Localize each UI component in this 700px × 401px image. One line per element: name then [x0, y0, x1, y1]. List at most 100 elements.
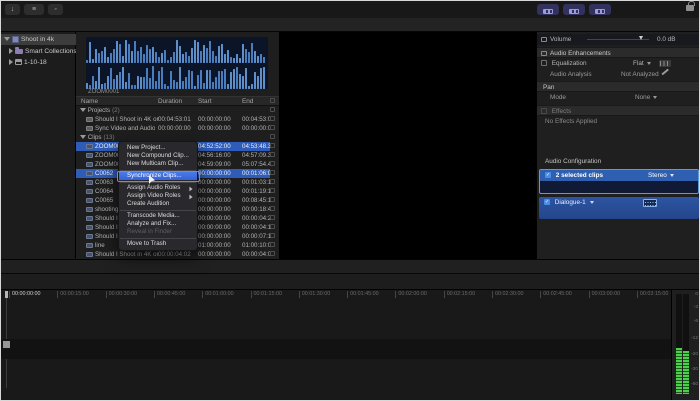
selection-checkbox[interactable]: ✓ — [545, 172, 551, 178]
disclosure-open-icon[interactable] — [80, 108, 86, 112]
menu-separator — [120, 170, 196, 171]
disclosure-open-icon[interactable] — [80, 135, 86, 139]
ruler-tick: 00:03:15:00 — [637, 291, 668, 298]
waveform-lane — [86, 38, 268, 63]
audio-enhancements-header[interactable]: Audio Enhancements — [537, 47, 700, 58]
ruler-tick: 00:00:45:00 — [154, 291, 185, 298]
cell-end: 04:57:09.3 — [242, 151, 271, 160]
clip-stub[interactable] — [3, 341, 10, 348]
toggle-timeline-button[interactable] — [563, 4, 585, 15]
effects-checkbox[interactable] — [541, 108, 547, 114]
sidebar-item-label: Smart Collections — [25, 48, 76, 55]
clip-waveform-preview[interactable] — [86, 37, 268, 89]
cell-start: 00:00:00:00 — [198, 115, 231, 124]
menu-item-new-compound-clip[interactable]: New Compound Clip... — [119, 152, 197, 160]
equalization-checkbox[interactable] — [541, 60, 547, 66]
submenu-arrow-icon — [189, 195, 192, 200]
cell-end: 00:01:19:1 — [242, 187, 271, 196]
audio-inspector-panel: Volume 0.0 dB Audio Enhancements Equaliz… — [536, 32, 700, 259]
project-icon — [86, 126, 93, 131]
chevron-down-icon — [590, 201, 594, 204]
viewer-canvas[interactable] — [279, 32, 536, 259]
sidebar-item-smart-collections[interactable]: Smart Collections — [1, 46, 76, 57]
menu-item-create-audition[interactable]: Create Audition — [119, 200, 197, 208]
ruler-tick: 00:02:30:00 — [492, 291, 523, 298]
cell-start: 04:59:09:00 — [198, 160, 231, 169]
browser-clip-row[interactable]: Should I Shoot in 4K or...00:00:04:02 00:… — [76, 250, 270, 259]
browser-clip-row[interactable]: Sync Video and Audio00:00:00:0000:00:00:… — [76, 124, 270, 133]
row-marker-square — [270, 197, 275, 202]
sidebar-item-library[interactable]: Shoot in 4k — [1, 34, 76, 45]
menu-item-new-project[interactable]: New Project... — [119, 144, 197, 152]
cell-duration: 00:00:00:00 — [158, 124, 191, 133]
audio-config-selection[interactable]: ✓ 2 selected clips Stereo — [539, 169, 699, 194]
clip-name: line — [95, 241, 105, 250]
row-marker-square — [270, 251, 275, 256]
menu-item-new-multicam-clip[interactable]: New Multicam Clip... — [119, 160, 197, 168]
group-name: Projects — [88, 106, 110, 115]
screen-capture-icon[interactable]: ≡ — [24, 4, 44, 15]
group-count: (2) — [112, 107, 120, 114]
final-cut-pro-window: ↓ ≡ ◦ All Clips 1280 x 720 | 60 fps, Ste… — [0, 0, 700, 401]
clip-icon — [86, 252, 93, 257]
audio-analysis-value: Not Analyzed — [621, 69, 659, 80]
volume-slider-thumb[interactable] — [639, 36, 643, 40]
project-icon — [86, 117, 93, 122]
status-strip: 2 of 16 selected, 2m 2.67s 00:00:00:00 S… — [1, 259, 699, 273]
menu-separator — [120, 182, 196, 183]
menu-item-analyze-and-fix[interactable]: Analyze and Fix... — [119, 220, 197, 228]
clip-icon — [86, 243, 93, 248]
menu-item-move-to-trash[interactable]: Move to Trash — [119, 240, 197, 248]
disclosure-open-icon[interactable] — [4, 37, 10, 41]
cell-end: 05:07:54.4 — [242, 160, 271, 169]
clip-icon — [86, 198, 93, 203]
browser-clip-row[interactable]: Should I Shoot in 4K or...00:04:53:01 00:… — [76, 115, 270, 124]
playhead-handle[interactable] — [5, 291, 8, 298]
magic-wand-icon[interactable] — [661, 69, 668, 75]
sidebar-item-event[interactable]: 1-10-18 — [1, 57, 76, 68]
cell-start: 01:00:00:00 — [198, 241, 231, 250]
audio-config-dialogue-row[interactable]: ✓ Dialogue-1 — [539, 197, 699, 219]
clip-icon — [86, 189, 93, 194]
lock-icon[interactable] — [686, 5, 694, 11]
menu-item-assign-audio-roles[interactable]: Assign Audio Roles — [119, 184, 197, 192]
timeline-panel[interactable]: 00:00:00:0000:00:15:0000:00:30:0000:00:4… — [1, 290, 699, 401]
equalization-value[interactable]: Flat — [633, 58, 651, 69]
submenu-arrow-icon — [189, 187, 192, 192]
primary-storyline-lane[interactable] — [1, 339, 671, 359]
menu-item-synchronize-clips[interactable]: Synchronize Clips... — [119, 172, 197, 180]
equalization-row: Equalization Flat — [537, 58, 700, 69]
effects-header[interactable]: Effects — [537, 105, 700, 116]
menu-item-transcode-media[interactable]: Transcode Media... — [119, 212, 197, 220]
cell-end: 00:00:04:0 — [242, 250, 271, 259]
toggle-inspector-button[interactable] — [589, 4, 611, 15]
pan-mode-row: Mode None — [537, 92, 700, 103]
pan-mode-value[interactable]: None — [635, 92, 657, 103]
timer-icon[interactable]: ◦ — [48, 4, 63, 15]
download-arrow-icon[interactable]: ↓ — [5, 4, 20, 15]
menu-item-assign-video-roles[interactable]: Assign Video Roles — [119, 192, 197, 200]
clip-name: Should I Shoot in 4K or... — [95, 250, 159, 259]
group-count: (13) — [104, 134, 115, 141]
ruler-tick: 00:00:15:00 — [57, 291, 88, 298]
channel-format-dropdown[interactable]: Stereo — [648, 170, 674, 181]
cell-duration: 00:00:04:02 — [158, 250, 191, 259]
meter-scale-label: -12 — [688, 336, 698, 341]
volume-value[interactable]: 0.0 dB — [657, 34, 675, 45]
meter-scale-label: -3 — [688, 305, 698, 310]
cell-end: 00:01:06:0 — [242, 169, 271, 178]
clip-icon — [86, 162, 93, 167]
cell-start: 00:00:00:00 — [198, 223, 231, 232]
row-marker-square — [270, 170, 275, 175]
disclosure-closed-icon[interactable] — [9, 59, 13, 65]
clip-name: Should I Shoot in 4K or... — [95, 115, 159, 124]
equalizer-button[interactable] — [659, 60, 671, 67]
pan-header[interactable]: Pan — [537, 81, 700, 92]
cell-duration: 00:04:53:01 — [158, 115, 191, 124]
browser-group-row[interactable]: Projects(2) — [76, 106, 270, 115]
dialogue-checkbox[interactable]: ✓ — [544, 199, 550, 205]
main-toolbar: All Clips 1280 x 720 | 60 fps, Stereo ZO… — [1, 18, 699, 32]
audio-analysis-row: Audio Analysis Not Analyzed — [537, 69, 700, 80]
toggle-browser-button[interactable] — [537, 4, 559, 15]
disclosure-closed-icon[interactable] — [9, 48, 13, 54]
